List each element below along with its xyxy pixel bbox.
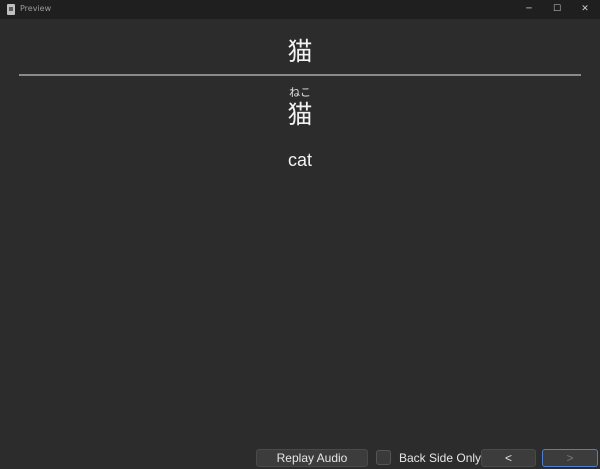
- minimize-button[interactable]: ─: [515, 2, 543, 17]
- preview-controls: Replay Audio Back Side Only < >: [0, 447, 600, 469]
- title-bar[interactable]: Preview ─ ☐ ✕: [0, 0, 600, 19]
- card-front-word: 猫: [287, 37, 313, 66]
- next-card-button[interactable]: >: [542, 449, 598, 467]
- window-title: Preview: [20, 4, 52, 13]
- previous-card-button[interactable]: <: [481, 449, 536, 467]
- back-side-only-checkbox[interactable]: [376, 450, 391, 465]
- preview-window: Preview ─ ☐ ✕ 猫 ねこ 猫 cat Replay Audio Ba…: [0, 0, 600, 469]
- app-icon: [7, 4, 15, 15]
- card-meaning: cat: [287, 150, 312, 170]
- replay-audio-button[interactable]: Replay Audio: [256, 449, 368, 467]
- furigana-reading: ねこ: [289, 86, 311, 99]
- maximize-button[interactable]: ☐: [543, 2, 571, 17]
- back-side-only-label[interactable]: Back Side Only: [399, 450, 481, 466]
- card-preview-area: 猫 ねこ 猫 cat: [0, 19, 600, 447]
- front-back-divider: [19, 74, 581, 76]
- card-back-word: 猫: [287, 100, 313, 129]
- close-button[interactable]: ✕: [571, 2, 599, 17]
